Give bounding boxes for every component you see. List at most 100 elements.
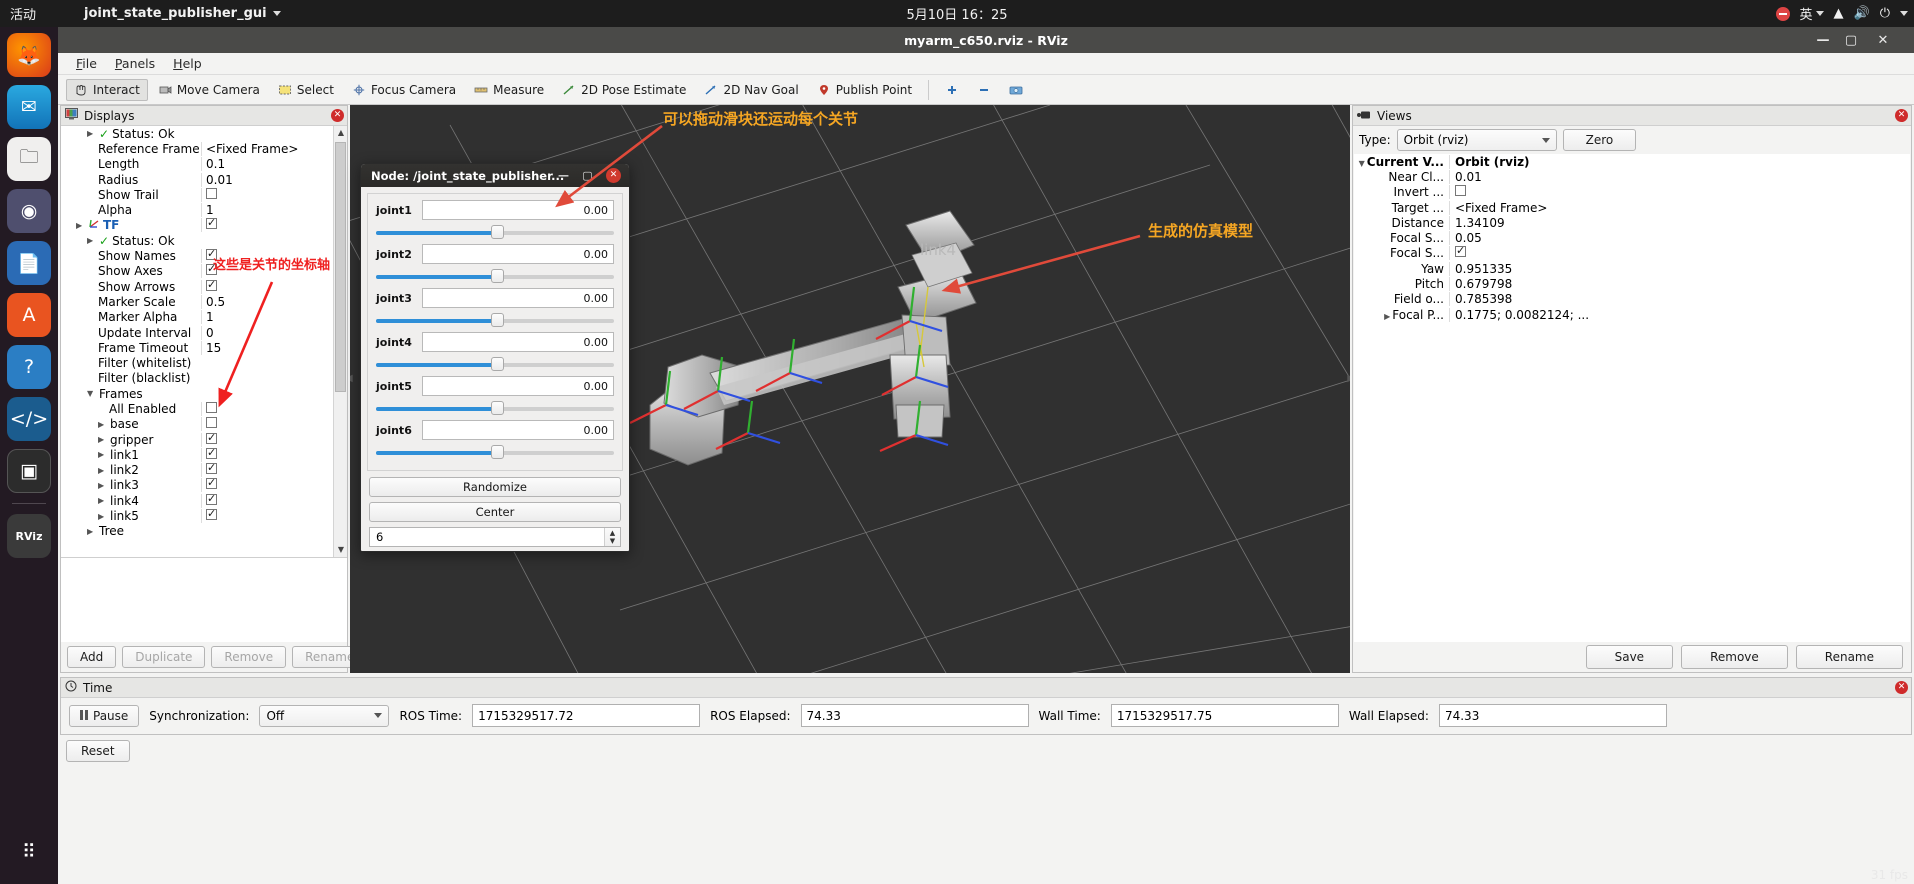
chevron-right-icon[interactable]: ▶ — [87, 527, 96, 536]
views-row[interactable]: Near Cl... 0.01 — [1354, 169, 1910, 184]
joint-slider-joint2[interactable] — [376, 269, 614, 283]
displays-row[interactable]: All Enabled — [61, 401, 347, 416]
joint-state-publisher-dialog[interactable]: Node: /joint_state_publisher... — ▢ ✕ jo… — [360, 163, 630, 552]
volume-icon[interactable]: 🔊 — [1854, 6, 1870, 21]
joint-dialog-close-button[interactable]: ✕ — [606, 168, 621, 183]
joint-slider-joint3[interactable] — [376, 313, 614, 327]
views-row[interactable]: Invert ... — [1354, 185, 1910, 200]
tool-interact[interactable]: Interact — [66, 78, 148, 101]
views-row-value[interactable]: <Fixed Frame> — [1449, 200, 1910, 215]
displays-row-value[interactable] — [201, 187, 347, 202]
displays-row-value[interactable] — [201, 401, 347, 416]
views-row-value[interactable] — [1449, 185, 1910, 200]
displays-row[interactable]: Update Interval 0 — [61, 325, 347, 340]
chevron-right-icon[interactable]: ▶ — [76, 221, 85, 230]
checkbox[interactable] — [1455, 185, 1466, 197]
checkbox[interactable] — [206, 216, 217, 230]
toolbar-add-tool-button[interactable] — [937, 80, 967, 100]
displays-row[interactable]: Marker Scale 0.5 — [61, 294, 347, 309]
menu-file[interactable]: File — [68, 54, 105, 73]
wall-elapsed-field[interactable]: 74.33 — [1438, 704, 1667, 727]
joint-value-field-joint3[interactable]: 0.00 — [422, 288, 614, 308]
tool-measure[interactable]: Measure — [466, 79, 552, 101]
checkbox[interactable] — [206, 187, 217, 199]
chevron-right-icon[interactable]: ▶ — [98, 512, 107, 521]
displays-row-value[interactable] — [201, 507, 347, 524]
scrollbar-thumb[interactable] — [335, 142, 346, 392]
displays-row-value[interactable] — [201, 278, 347, 294]
keyboard-layout-indicator[interactable]: 英 — [1800, 4, 1824, 23]
joint-slider-joint5[interactable] — [376, 401, 614, 415]
views-row-value[interactable]: 1.34109 — [1449, 215, 1910, 230]
checkbox[interactable] — [206, 417, 217, 429]
slider-handle[interactable] — [491, 313, 505, 327]
displays-row[interactable]: ▶ base — [61, 417, 347, 432]
views-row[interactable]: Distance 1.34109 — [1354, 215, 1910, 230]
displays-row-value[interactable]: 1 — [201, 203, 347, 218]
joint-dialog-minimize-button[interactable]: — — [556, 168, 571, 183]
displays-row-value[interactable] — [201, 446, 347, 462]
displays-row[interactable]: ▶ link1 — [61, 446, 347, 462]
views-row-value[interactable]: 0.785398 — [1449, 292, 1910, 307]
dock-item-ubuntu-software[interactable]: A — [7, 293, 51, 337]
displays-row[interactable]: Alpha 1 — [61, 202, 347, 218]
displays-row[interactable]: ▶ link5 — [61, 507, 347, 524]
joint-dialog-maximize-button[interactable]: ▢ — [580, 168, 595, 183]
minimize-button[interactable]: — — [1810, 27, 1836, 53]
checkbox[interactable] — [206, 446, 217, 459]
splitter-right-handle[interactable]: ▶ — [1347, 373, 1350, 384]
checkbox[interactable] — [206, 401, 217, 413]
spinbox-buttons[interactable]: ▲ ▼ — [604, 528, 620, 546]
displays-tree[interactable]: ▶ ✓ Status: Ok Reference Frame <Fixed Frame>… — [61, 126, 347, 557]
views-row[interactable]: Focal S... 0.05 — [1354, 230, 1910, 246]
chevron-down-icon[interactable]: ▼ — [1356, 159, 1365, 168]
close-icon[interactable]: ✕ — [1895, 681, 1908, 694]
menu-help[interactable]: Help — [165, 54, 210, 73]
add-display-button[interactable]: Add — [67, 646, 117, 668]
joint-value-field-joint1[interactable]: 0.00 — [422, 200, 614, 220]
tool-select[interactable]: Select — [270, 79, 342, 101]
close-icon[interactable]: ✕ — [331, 109, 344, 122]
joint-slider-joint1[interactable] — [376, 225, 614, 239]
remove-view-button[interactable]: Remove — [1681, 645, 1788, 669]
checkbox[interactable] — [206, 431, 217, 444]
toolbar-screenshot-button[interactable] — [1001, 80, 1031, 100]
checkbox[interactable] — [206, 492, 217, 505]
views-row-value[interactable] — [1449, 244, 1910, 261]
displays-row-value[interactable] — [201, 492, 347, 508]
displays-row[interactable]: ▶ ✓ Status: Ok — [61, 233, 347, 248]
checkbox[interactable] — [1455, 244, 1466, 258]
joint-slider-joint6[interactable] — [376, 445, 614, 459]
scroll-up-icon[interactable]: ▲ — [336, 128, 346, 138]
checkbox[interactable] — [206, 507, 217, 521]
dock-item-terminal[interactable]: ▣ — [7, 449, 51, 493]
dock-item-vscode[interactable]: </> — [7, 397, 51, 441]
dock-item-files[interactable]: 🗀 — [7, 137, 51, 181]
zero-button[interactable]: Zero — [1562, 129, 1637, 151]
spin-down-icon[interactable]: ▼ — [610, 537, 615, 545]
decimal-places-spinbox[interactable]: 6 ▲ ▼ — [369, 527, 621, 547]
chevron-right-icon[interactable]: ▶ — [98, 496, 107, 505]
joint-value-field-joint4[interactable]: 0.00 — [422, 332, 614, 352]
tool-focus-camera[interactable]: Focus Camera — [344, 79, 464, 101]
scroll-down-icon[interactable]: ▼ — [336, 545, 346, 555]
dock-item-rhythmbox[interactable]: ◉ — [7, 189, 51, 233]
displays-row[interactable]: Show Arrows — [61, 278, 347, 294]
joint-value-field-joint2[interactable]: 0.00 — [422, 244, 614, 264]
displays-row-value[interactable]: 0 — [201, 325, 347, 340]
displays-row[interactable]: Filter (whitelist) — [61, 355, 347, 370]
center-button[interactable]: Center — [369, 502, 621, 522]
toolbar-remove-tool-button[interactable] — [969, 80, 999, 100]
tool-publish-point[interactable]: Publish Point — [809, 79, 920, 101]
views-row[interactable]: Field o... 0.785398 — [1354, 292, 1910, 307]
reset-button[interactable]: Reset — [66, 740, 130, 762]
slider-handle[interactable] — [491, 401, 505, 415]
displays-row[interactable]: Marker Alpha 1 — [61, 310, 347, 325]
displays-row[interactable]: ▶ link2 — [61, 461, 347, 478]
network-icon[interactable]: ▲ — [1834, 6, 1844, 21]
slider-handle[interactable] — [491, 357, 505, 371]
chevron-right-icon[interactable]: ▶ — [98, 435, 107, 444]
displays-row-value[interactable]: 15 — [201, 340, 347, 355]
chevron-right-icon[interactable]: ▶ — [98, 481, 107, 490]
displays-row[interactable]: ▶ gripper — [61, 431, 347, 447]
